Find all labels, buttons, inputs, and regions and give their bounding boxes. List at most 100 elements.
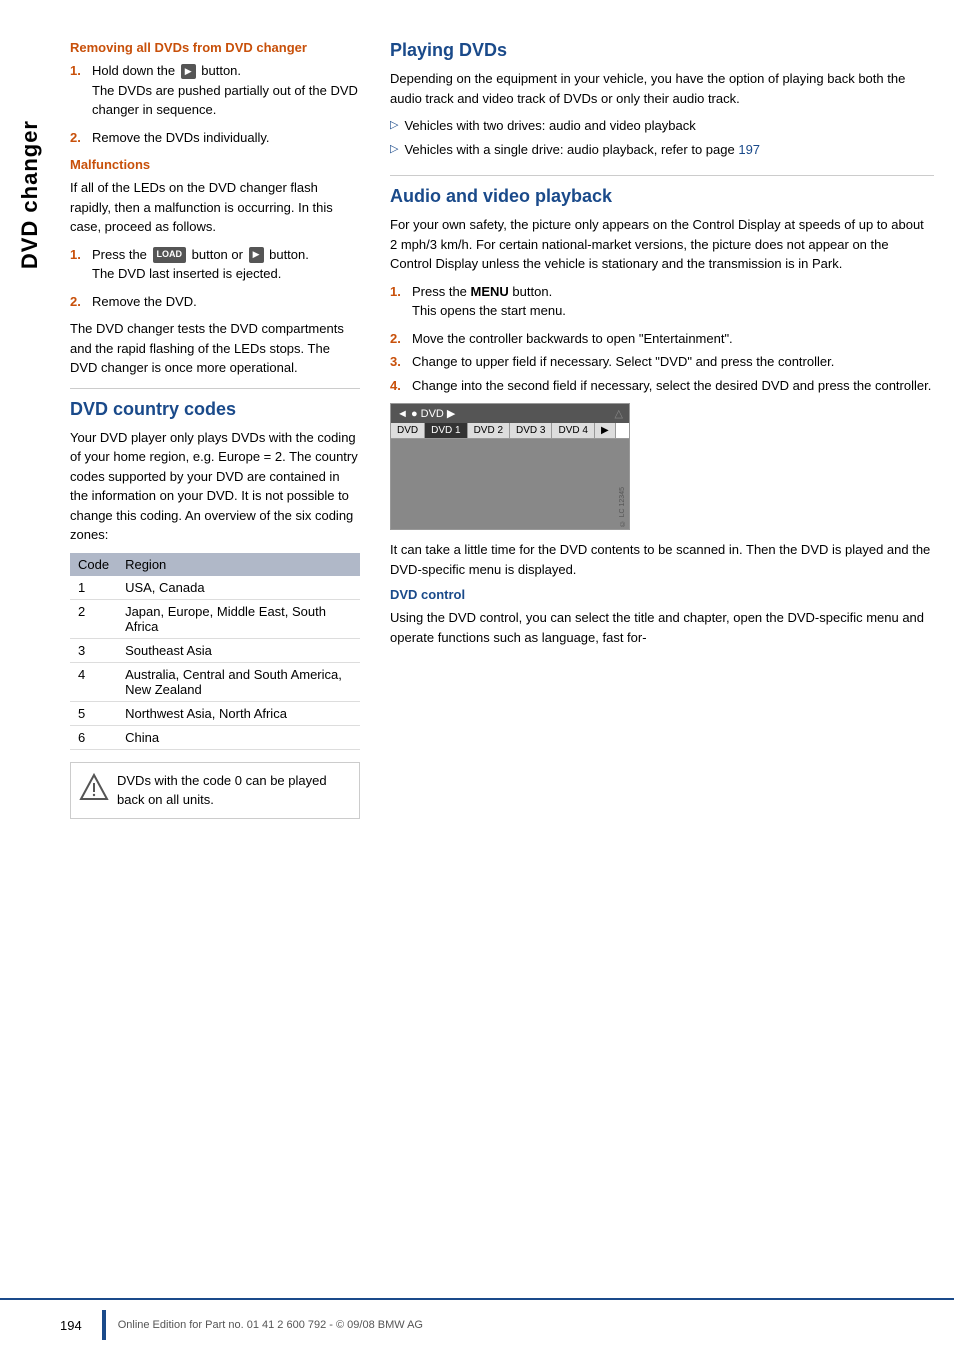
- table-row: 6 China: [70, 725, 360, 749]
- playing-dvds-section: Playing DVDs Depending on the equipment …: [390, 40, 934, 159]
- dvd-body: © LC 12345: [391, 439, 629, 529]
- note-box: DVDs with the code 0 can be played back …: [70, 762, 360, 819]
- list-item: 1. Hold down the ▶ button. The DVDs are …: [70, 61, 360, 124]
- audio-video-body: For your own safety, the picture only ap…: [390, 215, 934, 274]
- bullet-icon: ▷: [390, 141, 398, 158]
- code-cell: 5: [70, 701, 117, 725]
- eject-button-icon: ▶: [181, 64, 196, 80]
- code-cell: 1: [70, 576, 117, 600]
- step-subtext: The DVD last inserted is ejected.: [92, 264, 360, 284]
- table-row: 1 USA, Canada: [70, 576, 360, 600]
- audio-steps: 1. Press the MENU button. This opens the…: [390, 282, 934, 396]
- region-cell: USA, Canada: [117, 576, 360, 600]
- dvd-display: ◄ ● DVD ▶ △ DVD DVD 1 DVD 2 DVD 3 DVD 4 …: [390, 403, 630, 530]
- eject-button-icon2: ▶: [249, 247, 264, 263]
- step-num: 1.: [390, 282, 412, 325]
- table-row: 4 Australia, Central and South America, …: [70, 662, 360, 701]
- dvd-tab-1[interactable]: DVD 1: [425, 423, 467, 438]
- step-num: 2.: [390, 329, 412, 349]
- note-triangle-icon: [79, 771, 109, 801]
- dvd-control-title: DVD control: [390, 587, 934, 602]
- dvd-country-body: Your DVD player only plays DVDs with the…: [70, 428, 360, 545]
- section-divider2: [390, 175, 934, 176]
- dvd-tab-2[interactable]: DVD 2: [468, 423, 510, 438]
- step-num: 3.: [390, 352, 412, 372]
- table-row: 3 Southeast Asia: [70, 638, 360, 662]
- dvd-header-left: ◄ ● DVD ▶: [397, 407, 455, 420]
- code-cell: 4: [70, 662, 117, 701]
- table-row: 5 Northwest Asia, North Africa: [70, 701, 360, 725]
- step-subtext: The DVDs are pushed partially out of the…: [92, 81, 360, 120]
- playing-bullets: ▷ Vehicles with two drives: audio and vi…: [390, 116, 934, 159]
- list-item: 1. Press the MENU button. This opens the…: [390, 282, 934, 325]
- step-content: Move the controller backwards to open "E…: [412, 329, 934, 349]
- list-item: 2. Move the controller backwards to open…: [390, 329, 934, 349]
- step-num: 2.: [70, 128, 92, 148]
- dvd-header-right: △: [615, 407, 623, 420]
- list-item: 1. Press the LOAD button or ▶ button. Th…: [70, 245, 360, 288]
- footer: 194 Online Edition for Part no. 01 41 2 …: [0, 1298, 954, 1350]
- playing-dvds-body: Depending on the equipment in your vehic…: [390, 69, 934, 108]
- load-button-icon: LOAD: [153, 247, 187, 263]
- dvd-country-section: DVD country codes Your DVD player only p…: [70, 399, 360, 819]
- list-item: 3. Change to upper field if necessary. S…: [390, 352, 934, 372]
- step-subtext: This opens the start menu.: [412, 301, 934, 321]
- section-divider: [70, 388, 360, 389]
- malfunctions-title: Malfunctions: [70, 157, 360, 172]
- region-cell: Japan, Europe, Middle East, South Africa: [117, 599, 360, 638]
- dvd-tab-dvd[interactable]: DVD: [391, 423, 425, 438]
- region-cell: Australia, Central and South America, Ne…: [117, 662, 360, 701]
- step-content: Press the LOAD button or ▶ button. The D…: [92, 245, 360, 288]
- bullet-item: ▷ Vehicles with a single drive: audio pl…: [390, 140, 934, 160]
- col-code: Code: [70, 553, 117, 576]
- menu-bold: MENU: [471, 284, 509, 299]
- dvd-tab-4[interactable]: DVD 4: [552, 423, 594, 438]
- malfunctions-section: Malfunctions If all of the LEDs on the D…: [70, 157, 360, 378]
- dvd-tab-more[interactable]: ▶: [595, 423, 616, 438]
- step-content: Change into the second field if necessar…: [412, 376, 934, 396]
- playing-dvds-title: Playing DVDs: [390, 40, 934, 61]
- step-num: 1.: [70, 61, 92, 124]
- bullet-text: Vehicles with a single drive: audio play…: [404, 140, 760, 160]
- dvd-caption: It can take a little time for the DVD co…: [390, 540, 934, 579]
- step-content: Hold down the ▶ button. The DVDs are pus…: [92, 61, 360, 124]
- note-text: DVDs with the code 0 can be played back …: [117, 771, 351, 810]
- audio-video-section: Audio and video playback For your own sa…: [390, 186, 934, 647]
- dvd-country-title: DVD country codes: [70, 399, 360, 420]
- col-region: Region: [117, 553, 360, 576]
- bullet-item: ▷ Vehicles with two drives: audio and vi…: [390, 116, 934, 136]
- country-code-table: Code Region 1 USA, Canada 2 Japan, Europ…: [70, 553, 360, 750]
- list-item: 4. Change into the second field if neces…: [390, 376, 934, 396]
- malfunction-steps: 1. Press the LOAD button or ▶ button. Th…: [70, 245, 360, 312]
- region-cell: Northwest Asia, North Africa: [117, 701, 360, 725]
- removing-section: Removing all DVDs from DVD changer 1. Ho…: [70, 40, 360, 147]
- code-cell: 6: [70, 725, 117, 749]
- dvd-tab-3[interactable]: DVD 3: [510, 423, 552, 438]
- left-column: Removing all DVDs from DVD changer 1. Ho…: [70, 40, 380, 1310]
- table-row: 2 Japan, Europe, Middle East, South Afri…: [70, 599, 360, 638]
- dvd-header: ◄ ● DVD ▶ △: [391, 404, 629, 423]
- page-container: DVD changer Removing all DVDs from DVD c…: [0, 0, 954, 1350]
- step-content: Press the MENU button. This opens the st…: [412, 282, 934, 325]
- removing-title: Removing all DVDs from DVD changer: [70, 40, 360, 55]
- dvd-tabs: DVD DVD 1 DVD 2 DVD 3 DVD 4 ▶: [391, 423, 629, 439]
- step-content: Change to upper field if necessary. Sele…: [412, 352, 934, 372]
- code-cell: 2: [70, 599, 117, 638]
- table-body: 1 USA, Canada 2 Japan, Europe, Middle Ea…: [70, 576, 360, 750]
- step-num: 4.: [390, 376, 412, 396]
- right-column: Playing DVDs Depending on the equipment …: [380, 40, 934, 1310]
- step-content: Remove the DVD.: [92, 292, 360, 312]
- list-item: 2. Remove the DVD.: [70, 292, 360, 312]
- footer-divider: [102, 1310, 106, 1340]
- table-header: Code Region: [70, 553, 360, 576]
- bullet-text: Vehicles with two drives: audio and vide…: [404, 116, 695, 136]
- dvd-watermark: © LC 12345: [619, 487, 626, 526]
- removing-list: 1. Hold down the ▶ button. The DVDs are …: [70, 61, 360, 147]
- code-cell: 3: [70, 638, 117, 662]
- bullet-icon: ▷: [390, 117, 398, 134]
- footer-page-number: 194: [60, 1318, 82, 1333]
- malfunction-closing: The DVD changer tests the DVD compartmen…: [70, 319, 360, 378]
- dvd-control-body: Using the DVD control, you can select th…: [390, 608, 934, 647]
- dvd-control-section: DVD control Using the DVD control, you c…: [390, 587, 934, 647]
- region-cell: China: [117, 725, 360, 749]
